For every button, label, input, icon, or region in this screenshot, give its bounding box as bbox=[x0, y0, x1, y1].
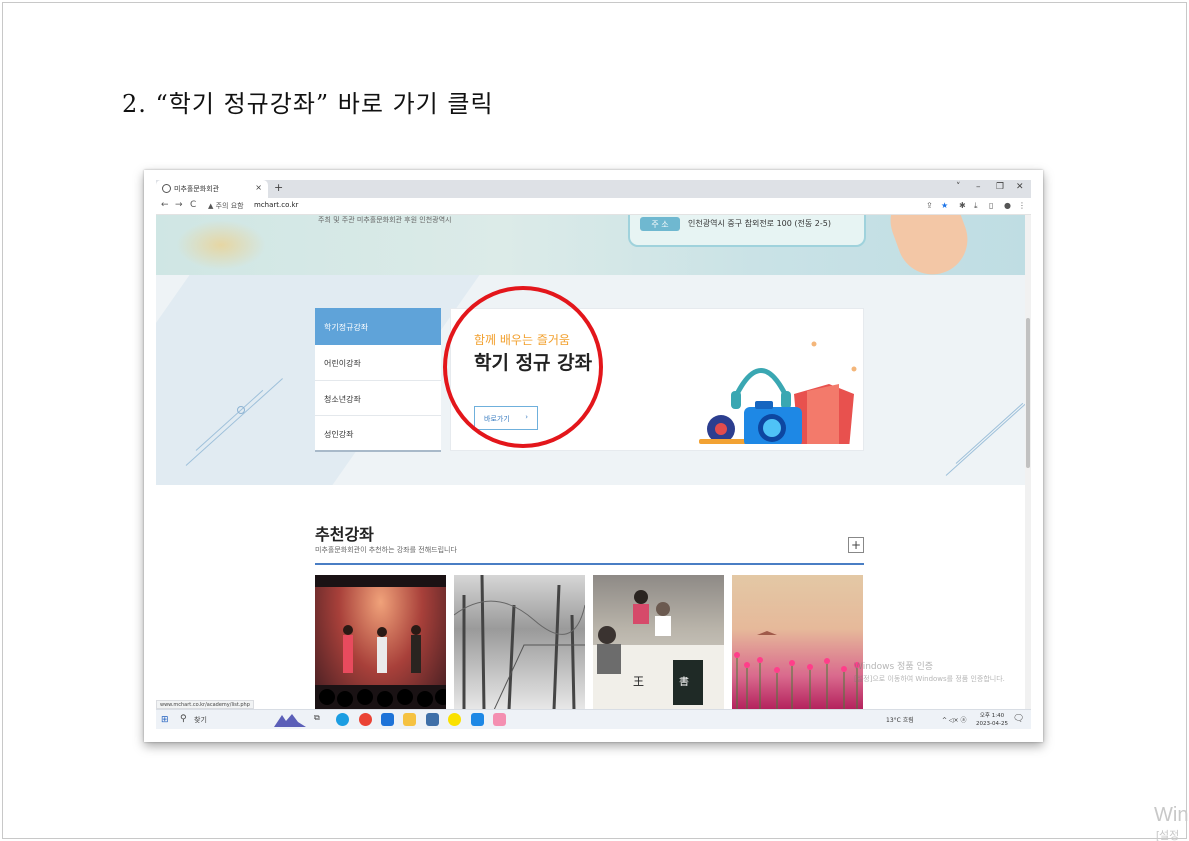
close-window-button[interactable]: ✕ bbox=[1016, 182, 1024, 192]
back-button[interactable]: ← bbox=[161, 200, 169, 210]
chrome-icon[interactable] bbox=[359, 713, 372, 726]
status-url: www.mchart.co.kr/academy/list.php bbox=[156, 700, 254, 709]
kakaotalk-icon[interactable] bbox=[448, 713, 461, 726]
tab-bar: 미추홀문화회관 × + ˅ – ❐ ✕ bbox=[156, 180, 1031, 198]
course-thumbnail-dance[interactable] bbox=[315, 575, 446, 709]
activation-watermark: Win bbox=[1154, 804, 1189, 826]
paint-icon[interactable] bbox=[493, 713, 506, 726]
svg-text:王: 王 bbox=[633, 675, 644, 688]
sidepanel-icon[interactable]: ▯ bbox=[989, 201, 993, 210]
windows-taskbar: ⊞ ⚲ 찾기 ⧉ 13°C 흐림 ^ ◁× ⓐ 오후 1:40 2023-04-… bbox=[156, 709, 1031, 729]
task-view-icon[interactable]: ⧉ bbox=[314, 713, 327, 726]
windows-start-icon[interactable]: ⊞ bbox=[161, 715, 169, 725]
clock-date: 2023-04-25 bbox=[976, 721, 1008, 727]
course-thumbnail-calligraphy[interactable]: 書 王 bbox=[593, 575, 724, 709]
extensions-icon[interactable]: ✱ bbox=[959, 201, 966, 210]
address-bar: ← → C ▲ 주의 요함 mchart.co.kr ⇪ ★ ✱ ⤓ ▯ ● ⋮ bbox=[156, 198, 1031, 215]
step-title: 2. “학기 정규강좌” 바로 가기 클릭 bbox=[122, 90, 494, 118]
url-input[interactable]: mchart.co.kr bbox=[254, 201, 298, 209]
weather-widget[interactable]: 13°C 흐림 bbox=[886, 715, 914, 724]
browser-tab[interactable]: 미추홀문화회관 × bbox=[156, 180, 268, 198]
camera-illustration bbox=[699, 341, 857, 444]
app-icon[interactable] bbox=[471, 713, 484, 726]
menu-icon[interactable]: ⋮ bbox=[1018, 201, 1026, 210]
recommended-divider bbox=[315, 563, 864, 565]
reload-button[interactable]: C bbox=[190, 200, 196, 210]
search-icon[interactable]: ⚲ bbox=[180, 714, 187, 724]
activation-watermark-sub: [설정 bbox=[1156, 830, 1180, 841]
dinosaur-icon bbox=[274, 714, 306, 727]
maximize-button[interactable]: ❐ bbox=[996, 182, 1004, 192]
forward-button[interactable]: → bbox=[175, 200, 183, 210]
profile-icon[interactable]: ● bbox=[1004, 201, 1011, 210]
taskbar-search[interactable]: 찾기 bbox=[194, 715, 207, 725]
highlight-circle bbox=[443, 286, 603, 448]
menu-item-adult[interactable]: 성인강좌 bbox=[315, 416, 441, 452]
minimize-button[interactable]: – bbox=[976, 182, 981, 192]
scrollbar-thumb[interactable] bbox=[1026, 318, 1030, 468]
browser-screenshot: 미추홀문화회관 × + ˅ – ❐ ✕ ← → C ▲ 주의 요함 mchart… bbox=[144, 170, 1043, 742]
download-icon[interactable]: ⤓ bbox=[974, 201, 978, 211]
palm-decoration bbox=[176, 220, 266, 270]
clock[interactable]: 오후 1:40 2023-04-25 bbox=[976, 712, 1008, 728]
clock-time: 오후 1:40 bbox=[979, 713, 1005, 719]
notification-icon[interactable]: 🗨 bbox=[1013, 714, 1024, 724]
hand-illustration bbox=[880, 215, 978, 285]
course-thumbnail-drawing[interactable] bbox=[454, 575, 585, 709]
file-explorer-icon[interactable] bbox=[403, 713, 416, 726]
system-tray-icons[interactable]: ^ ◁× ⓐ bbox=[942, 715, 966, 724]
favicon-icon bbox=[162, 184, 171, 193]
menu-item-children[interactable]: 어린이강좌 bbox=[315, 345, 441, 381]
address-value: 인천광역시 중구 참외전로 100 (전동 2-5) bbox=[688, 219, 831, 228]
tab-search-icon[interactable]: ˅ bbox=[956, 182, 961, 192]
recommended-subtitle: 미추홀문화회관이 추천하는 강좌를 전해드립니다 bbox=[315, 546, 457, 554]
website-viewport: 주최 및 주관 미추홀문화회관 후원 인천광역시 주 소 인천광역시 중구 참외… bbox=[156, 215, 1025, 709]
new-tab-button[interactable]: + bbox=[274, 181, 283, 194]
share-icon[interactable]: ⇪ bbox=[926, 201, 933, 210]
tab-close-icon[interactable]: × bbox=[255, 183, 262, 192]
store-icon[interactable] bbox=[426, 713, 439, 726]
more-button[interactable]: + bbox=[848, 537, 864, 553]
address-label: 주 소 bbox=[640, 217, 680, 231]
windows-activation-text: [설정]으로 이동하여 Windows를 정품 인증합니다. bbox=[854, 675, 1005, 683]
course-menu: 학기정규강좌 어린이강좌 청소년강좌 성인강좌 bbox=[315, 308, 441, 452]
course-thumbnail-painting[interactable] bbox=[732, 575, 863, 709]
star-icon[interactable]: ★ bbox=[941, 201, 948, 210]
mail-icon[interactable] bbox=[381, 713, 394, 726]
deco-circle bbox=[237, 406, 245, 414]
menu-item-youth[interactable]: 청소년강좌 bbox=[315, 380, 441, 416]
recommended-title: 추천강좌 bbox=[315, 525, 374, 544]
windows-activation-title: Windows 정품 인증 bbox=[854, 662, 934, 672]
deco-line bbox=[955, 402, 1024, 464]
svg-text:書: 書 bbox=[679, 675, 689, 688]
banner-sponsor-text: 주최 및 주관 미추홀문화회관 후원 인천광역시 bbox=[318, 216, 452, 224]
edge-icon[interactable] bbox=[336, 713, 349, 726]
security-warning[interactable]: ▲ 주의 요함 bbox=[208, 201, 244, 211]
hero-banner[interactable]: 주최 및 주관 미추홀문화회관 후원 인천광역시 주 소 인천광역시 중구 참외… bbox=[156, 215, 1025, 285]
tab-title: 미추홀문화회관 bbox=[174, 185, 220, 193]
menu-item-semester[interactable]: 학기정규강좌 bbox=[315, 308, 441, 345]
